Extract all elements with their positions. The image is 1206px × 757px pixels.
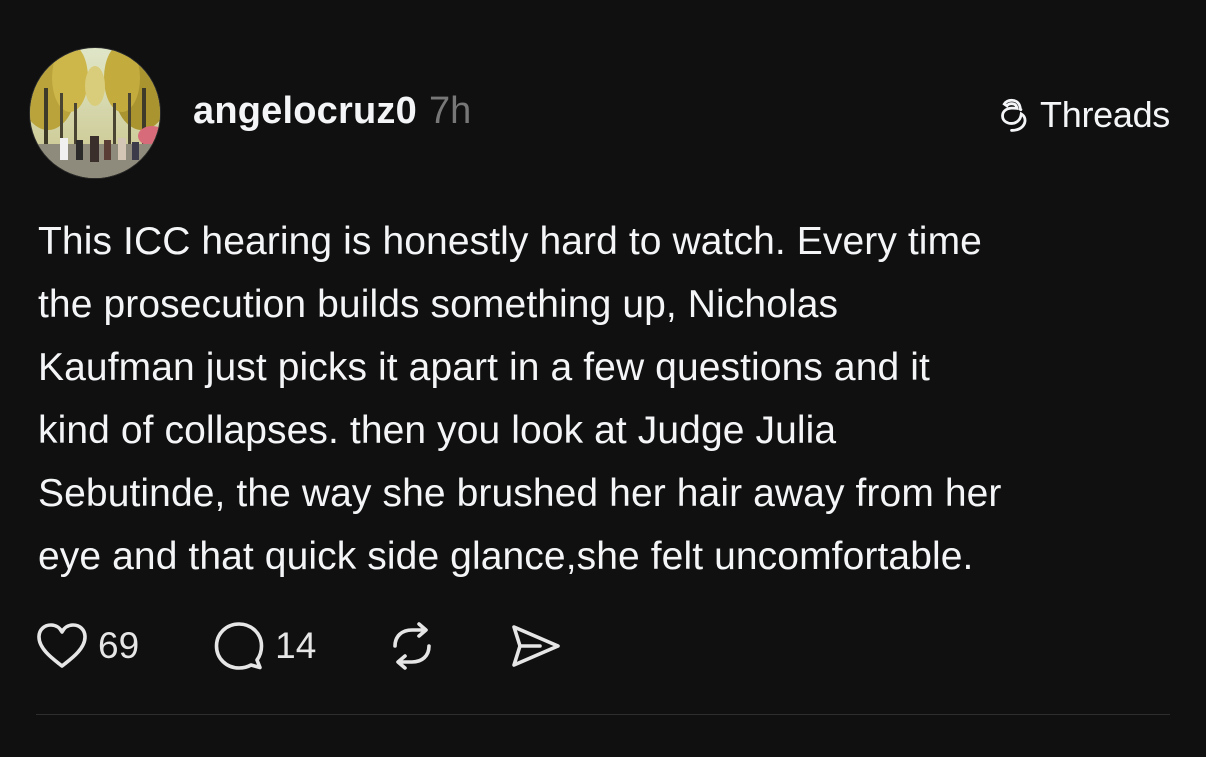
reply-count: 14	[275, 625, 317, 666]
like-count: 69	[98, 625, 140, 666]
threads-logo-icon	[1001, 98, 1027, 132]
post-body: This ICC hearing is honestly hard to wat…	[38, 220, 1002, 578]
avatar[interactable]	[30, 48, 160, 178]
username[interactable]: angelocruz0	[193, 90, 417, 133]
post-header: angelocruz0 7h	[193, 90, 471, 140]
repost-button[interactable]	[386, 620, 438, 672]
post-divider	[36, 714, 1170, 715]
reply-button[interactable]: 14	[213, 620, 316, 672]
post-actions: 69 14	[36, 615, 562, 677]
like-button[interactable]: 69	[36, 622, 139, 670]
send-icon	[512, 625, 561, 667]
brand-name: Threads	[1040, 94, 1170, 135]
heart-icon	[37, 623, 87, 668]
share-button[interactable]	[510, 622, 562, 670]
speech-bubble-icon	[214, 622, 264, 670]
threads-brand: Threads	[996, 90, 1170, 140]
post-timestamp: 7h	[428, 90, 472, 132]
repost-icon	[393, 622, 432, 670]
threads-post-card: angelocruz0 7h Threads This ICC hearing …	[0, 0, 1206, 757]
avatar-photo	[30, 48, 160, 178]
